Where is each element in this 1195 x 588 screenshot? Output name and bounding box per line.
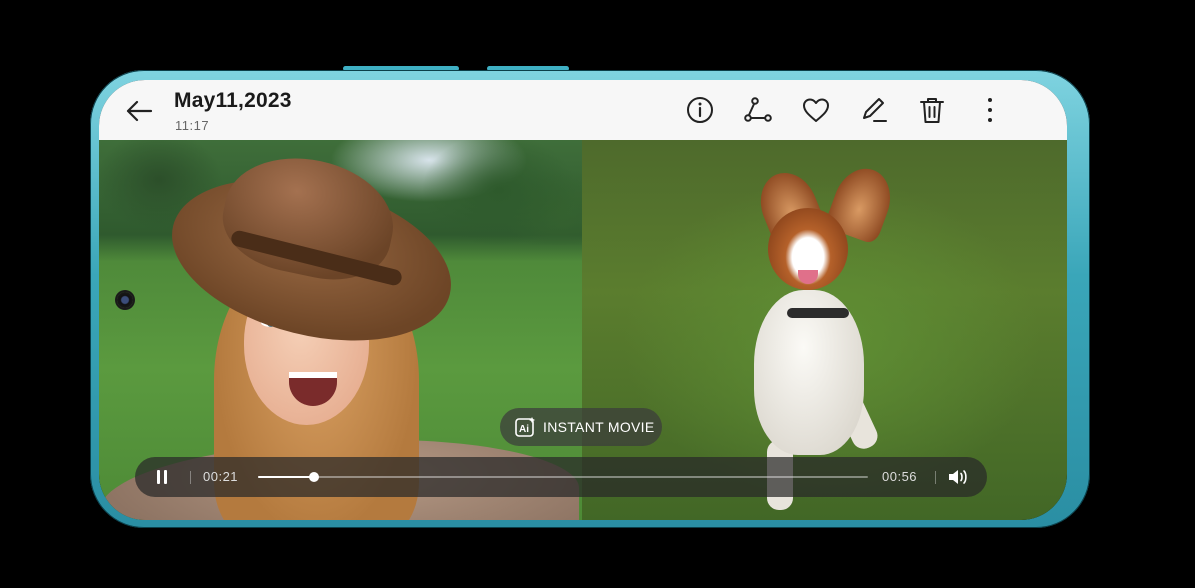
info-button[interactable]	[671, 92, 729, 128]
share-button[interactable]	[729, 92, 787, 128]
share-icon	[744, 97, 772, 122]
seek-bar-thumb[interactable]	[309, 472, 320, 482]
info-icon	[687, 97, 713, 123]
favorite-button[interactable]	[787, 92, 845, 128]
more-button[interactable]	[961, 92, 1019, 128]
edit-icon	[863, 98, 887, 122]
back-button[interactable]	[121, 94, 157, 128]
volume-button[interactable]	[945, 467, 971, 487]
more-vertical-icon	[988, 98, 992, 122]
instant-movie-label: INSTANT MOVIE	[543, 419, 655, 435]
seek-bar-progress	[258, 476, 315, 478]
svg-text:Ai: Ai	[519, 424, 529, 435]
divider	[190, 471, 191, 484]
dog-collar	[787, 308, 849, 318]
heart-icon	[803, 98, 829, 122]
divider	[935, 471, 936, 484]
ai-icon: Ai	[515, 417, 535, 437]
seek-bar[interactable]	[258, 472, 868, 482]
front-camera	[117, 292, 133, 308]
top-bar: May11,2023 11:17	[99, 80, 1067, 140]
video-player-controls: 00:21 00:56	[135, 457, 987, 497]
phone-screen: May11,2023 11:17 Ai INSTANT MOVIE 00:21 …	[99, 80, 1067, 520]
delete-button[interactable]	[903, 92, 961, 128]
arrow-left-icon	[126, 100, 153, 122]
instant-movie-button[interactable]: Ai INSTANT MOVIE	[500, 408, 662, 446]
page-subtitle-time: 11:17	[175, 118, 210, 133]
volume-icon	[949, 470, 967, 484]
page-title: May11,2023	[174, 89, 292, 112]
total-time: 00:56	[882, 469, 918, 484]
current-time: 00:21	[203, 469, 239, 484]
pause-icon	[157, 470, 167, 484]
pause-button[interactable]	[149, 465, 175, 489]
toolbar-actions	[671, 92, 1019, 128]
edit-button[interactable]	[845, 92, 903, 128]
trash-icon	[920, 98, 944, 123]
